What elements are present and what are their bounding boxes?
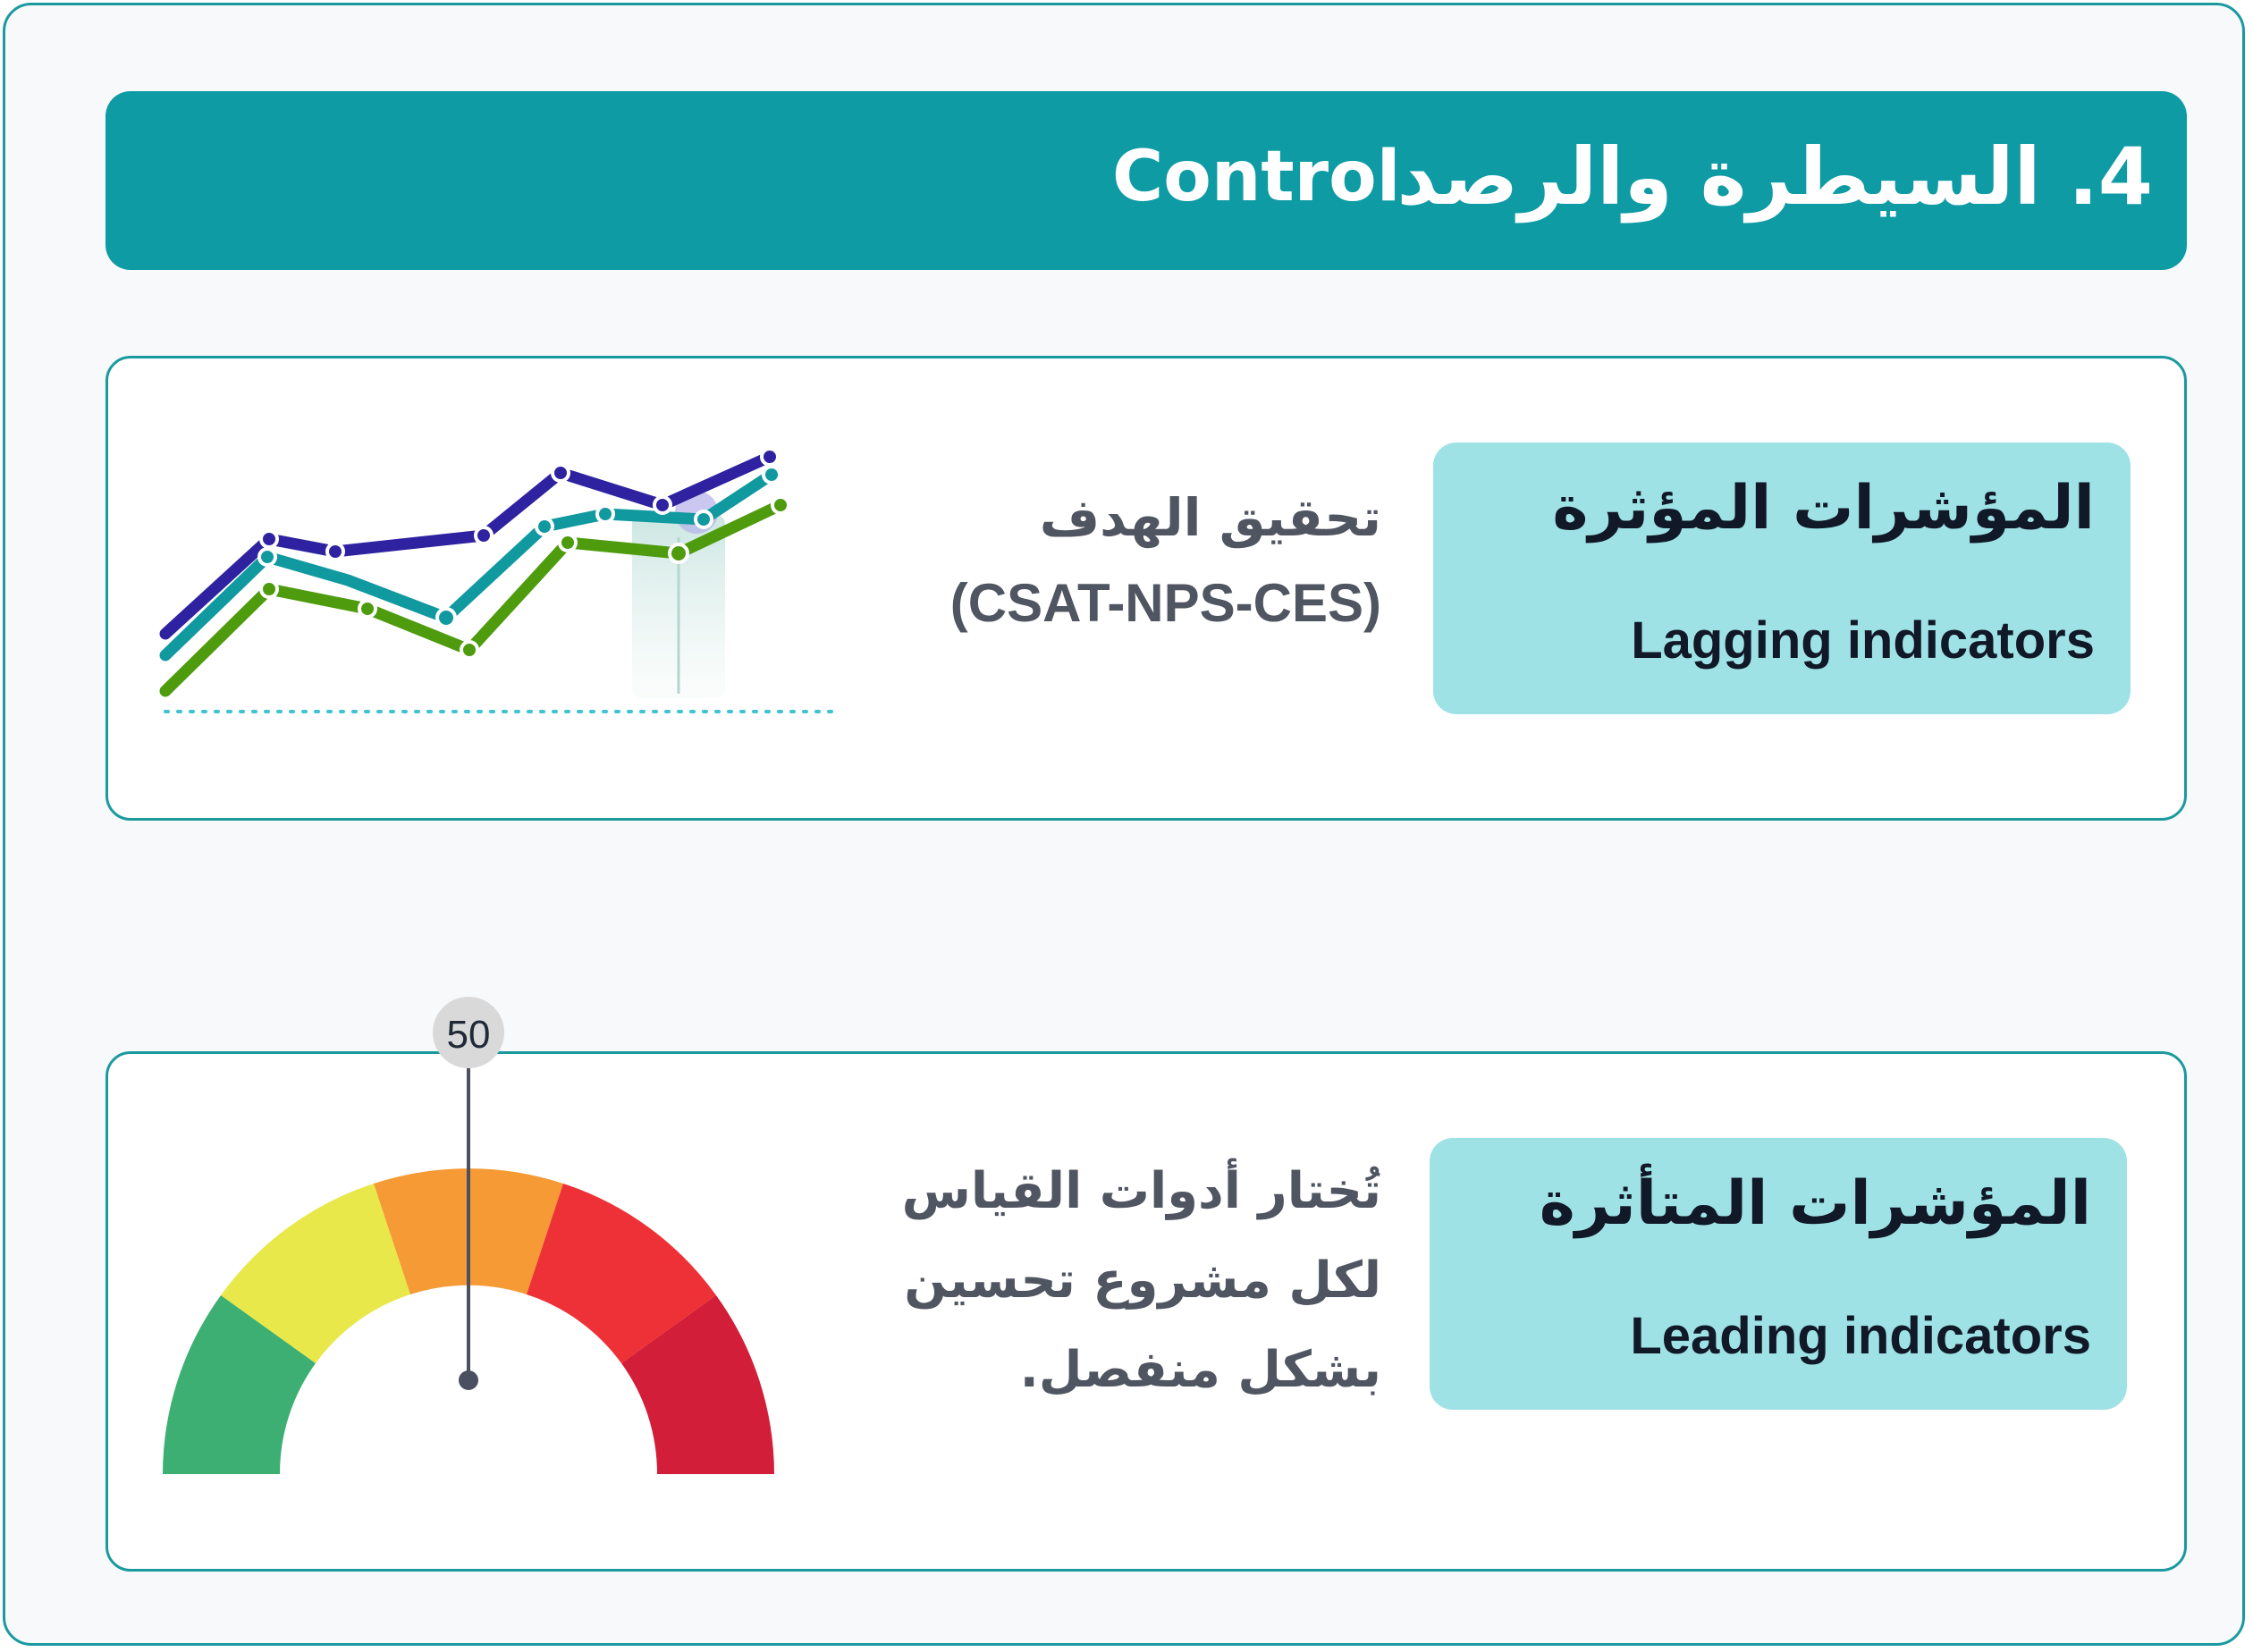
header-title-arabic: 4. السيطرة والرصد (1397, 131, 2153, 223)
leading-description: تُختار أدوات القياس لكل مشروع تحسين بشكل… (755, 1147, 1381, 1415)
leading-desc-line-1: تُختار أدوات القياس (901, 1162, 1381, 1220)
leading-indicators-card: 50 تُختار أدوات القياس لكل مشروع تحسين ب… (105, 997, 2187, 1572)
lagging-label-box: المؤشرات المؤثرة Lagging indicators (1433, 442, 2131, 714)
leading-label-english: Leading indicators (1630, 1307, 2091, 1365)
leading-label-box: المؤشرات المتأثرة Leading indicators (1430, 1138, 2127, 1410)
lagging-desc-metrics: (CSAT-NPS-CES) (949, 573, 1381, 633)
lagging-description: تحقيق الهدف (CSAT-NPS-CES) (950, 475, 1381, 646)
lagging-desc-arabic: تحقيق الهدف (1039, 487, 1381, 548)
lagging-label-english: Lagging indicators (1631, 611, 2095, 670)
leading-label-arabic: المؤشرات المتأثرة (1539, 1168, 2091, 1239)
slide-frame: 4. السيطرة والرصد Control تحقيق الهدف (C… (3, 3, 2245, 1646)
lagging-indicators-card: تحقيق الهدف (CSAT-NPS-CES) المؤشرات المؤ… (105, 356, 2187, 821)
gauge-needle-pivot (459, 1370, 478, 1390)
header-title-english: Control (1112, 137, 1401, 217)
gauge-value-label: 50 (447, 1013, 491, 1057)
section-header: 4. السيطرة والرصد Control (105, 91, 2187, 270)
leading-desc-line-3: بشكل منفصل. (1019, 1341, 1381, 1399)
leading-desc-line-2: لكل مشروع تحسين (904, 1252, 1381, 1310)
lagging-label-arabic: المؤشرات المؤثرة (1552, 473, 2095, 544)
